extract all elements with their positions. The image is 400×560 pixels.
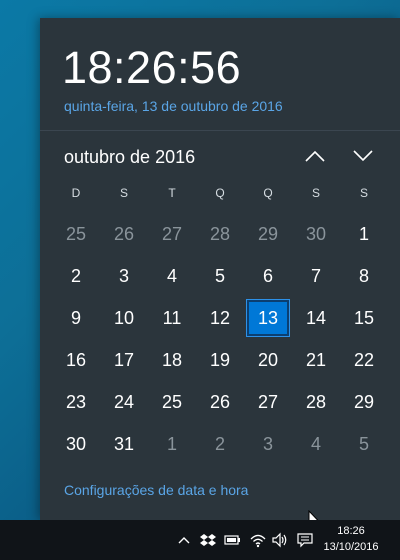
volume-tray-button[interactable] <box>270 530 290 550</box>
calendar-day[interactable]: 1 <box>148 423 196 465</box>
calendar-day[interactable]: 21 <box>292 339 340 381</box>
calendar-day[interactable]: 3 <box>100 255 148 297</box>
date-time-settings-link[interactable]: Configurações de data e hora <box>64 481 248 499</box>
action-center-icon <box>297 533 313 548</box>
calendar-day[interactable]: 2 <box>196 423 244 465</box>
taskbar-time: 18:26 <box>337 525 365 537</box>
next-month-button[interactable] <box>348 142 378 170</box>
calendar-day[interactable]: 5 <box>196 255 244 297</box>
taskbar-clock-button[interactable]: 18:26 13/10/2016 <box>316 523 386 555</box>
calendar-day[interactable]: 29 <box>244 213 292 255</box>
calendar-day[interactable]: 6 <box>244 255 292 297</box>
calendar-day[interactable]: 26 <box>196 381 244 423</box>
weekday-label: S <box>311 186 320 200</box>
network-tray-button[interactable] <box>248 530 268 550</box>
calendar-day[interactable]: 26 <box>100 213 148 255</box>
weekday-label: S <box>359 186 368 200</box>
calendar-day[interactable]: 12 <box>196 297 244 339</box>
weekday-label: S <box>119 186 128 200</box>
calendar-day[interactable]: 5 <box>340 423 388 465</box>
calendar-day[interactable]: 27 <box>148 213 196 255</box>
calendar-day[interactable]: 15 <box>340 297 388 339</box>
calendar-day[interactable]: 29 <box>340 381 388 423</box>
month-year-label[interactable]: outubro de 2016 <box>64 145 195 169</box>
calendar-day[interactable]: 25 <box>148 381 196 423</box>
battery-tray-button[interactable] <box>222 530 242 550</box>
calendar-day[interactable]: 11 <box>148 297 196 339</box>
previous-month-button[interactable] <box>300 142 330 170</box>
calendar-day[interactable]: 30 <box>292 213 340 255</box>
calendar-day[interactable]: 17 <box>100 339 148 381</box>
calendar-day[interactable]: 1 <box>340 213 388 255</box>
calendar-day[interactable]: 28 <box>196 213 244 255</box>
calendar-day[interactable]: 4 <box>292 423 340 465</box>
calendar-day[interactable]: 30 <box>52 423 100 465</box>
calendar-day[interactable]: 23 <box>52 381 100 423</box>
calendar-day[interactable]: 20 <box>244 339 292 381</box>
chevron-down-icon <box>353 150 373 162</box>
calendar-day[interactable]: 22 <box>340 339 388 381</box>
calendar-day[interactable]: 16 <box>52 339 100 381</box>
weekday-header-row: D S T Q Q S S <box>52 184 388 202</box>
dropbox-tray-button[interactable] <box>198 530 218 550</box>
taskbar: 18:26 13/10/2016 <box>0 520 400 560</box>
weekday-label: Q <box>263 186 273 200</box>
taskbar-date: 13/10/2016 <box>323 541 379 553</box>
calendar-day[interactable]: 3 <box>244 423 292 465</box>
volume-icon <box>272 532 287 548</box>
action-center-button[interactable] <box>295 530 315 550</box>
calendar-day[interactable]: 31 <box>100 423 148 465</box>
chevron-up-icon <box>178 537 190 544</box>
calendar-day[interactable]: 18 <box>148 339 196 381</box>
weekday-label: D <box>71 186 81 200</box>
calendar-day[interactable]: 25 <box>52 213 100 255</box>
calendar-day[interactable]: 27 <box>244 381 292 423</box>
calendar-day-today[interactable]: 13 <box>244 297 292 339</box>
calendar-day[interactable]: 2 <box>52 255 100 297</box>
calendar-day[interactable]: 8 <box>340 255 388 297</box>
calendar-day[interactable]: 4 <box>148 255 196 297</box>
calendar-day-label: 13 <box>246 299 290 337</box>
date-time-flyout: 18:26:56 quinta-feira, 13 de outubro de … <box>40 18 400 530</box>
chevron-up-icon <box>305 150 325 162</box>
wifi-icon <box>250 534 266 548</box>
calendar-day[interactable]: 24 <box>100 381 148 423</box>
flyout-divider <box>40 130 400 131</box>
full-date-label: quinta-feira, 13 de outubro de 2016 <box>64 98 283 114</box>
weekday-label: T <box>168 186 176 200</box>
clock-time: 18:26:56 <box>62 42 242 93</box>
weekday-label: Q <box>215 186 225 200</box>
show-hidden-icons-button[interactable] <box>174 530 194 550</box>
calendar-day[interactable]: 28 <box>292 381 340 423</box>
dropbox-icon <box>200 534 216 546</box>
calendar-day[interactable]: 10 <box>100 297 148 339</box>
calendar-days-grid: 25 26 27 28 29 30 1 2 3 4 5 6 7 8 9 10 11 12 13 14 15 16 17 18 1… <box>52 213 388 465</box>
calendar-day[interactable]: 19 <box>196 339 244 381</box>
battery-icon <box>224 535 240 545</box>
calendar-day[interactable]: 7 <box>292 255 340 297</box>
calendar-day[interactable]: 9 <box>52 297 100 339</box>
calendar-day[interactable]: 14 <box>292 297 340 339</box>
